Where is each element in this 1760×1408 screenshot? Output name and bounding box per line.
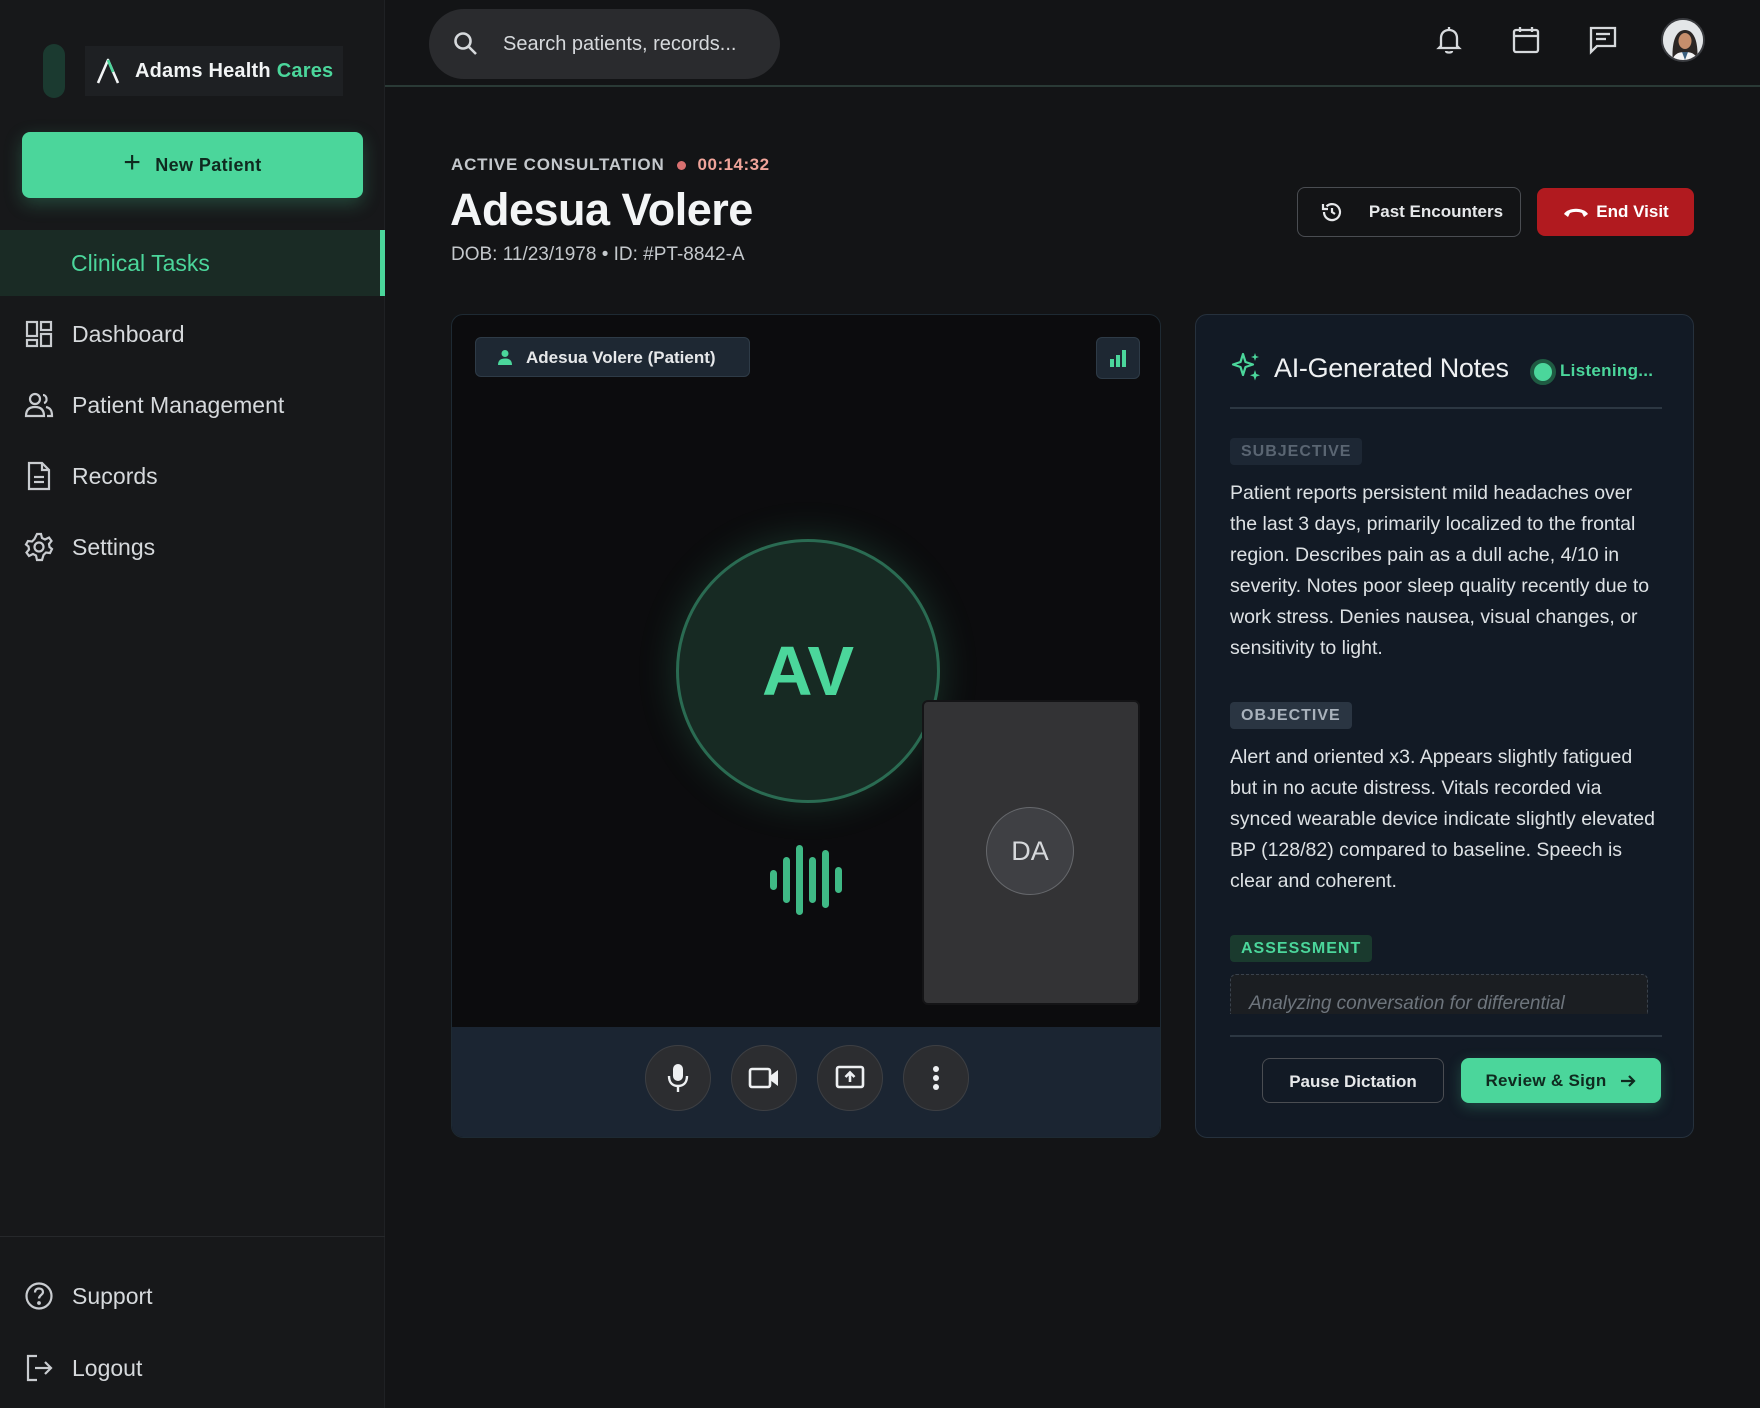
new-patient-button[interactable]: + New Patient (22, 132, 363, 198)
listening-status: Listening... (1560, 361, 1654, 380)
camera-button[interactable] (731, 1045, 797, 1111)
notes-footer-divider (1230, 1035, 1662, 1037)
top-bar (385, 0, 1760, 87)
past-encounters-label: Past Encounters (1368, 202, 1504, 221)
plus-icon: + (123, 146, 142, 179)
signal-strength-button[interactable] (1096, 337, 1140, 379)
logo-box: Adams Health Cares (85, 46, 343, 96)
signal-icon (1110, 350, 1126, 367)
new-patient-label: New Patient (155, 154, 262, 175)
camera-icon (748, 1067, 778, 1089)
search-icon (454, 32, 477, 55)
video-call-panel: Adesua Volere (Patient) AV DA (451, 314, 1161, 1138)
user-avatar[interactable] (1661, 18, 1705, 62)
sidebar: Adams Health Cares + New Patient Clinica… (0, 0, 385, 1408)
status-dot (676, 160, 686, 170)
consultation-status-text: ACTIVE CONSULTATION (451, 155, 665, 174)
help-icon (24, 1281, 54, 1311)
self-view-tile[interactable]: DA (922, 700, 1140, 1005)
chat-icon[interactable] (1585, 22, 1621, 58)
brand-logo[interactable]: Adams Health Cares (43, 44, 343, 98)
logo-pill (43, 44, 65, 98)
arrow-right-icon (1620, 1074, 1636, 1087)
history-icon (1321, 203, 1342, 222)
listening-indicator (1530, 359, 1556, 385)
sidebar-item-label: Patient Management (72, 391, 285, 418)
sidebar-item-settings[interactable]: Settings (0, 514, 385, 580)
more-vertical-icon (933, 1066, 939, 1090)
sidebar-item-support[interactable]: Support (0, 1261, 385, 1331)
sidebar-nav: Clinical Tasks Dashboard Patient Managem… (0, 230, 385, 585)
bell-icon[interactable] (1431, 22, 1467, 58)
sidebar-item-dashboard[interactable]: Dashboard (0, 301, 385, 367)
document-icon (24, 461, 54, 491)
screen-share-icon (835, 1065, 865, 1089)
sidebar-item-logout[interactable]: Logout (0, 1333, 385, 1403)
notes-title: AI-Generated Notes (1274, 353, 1509, 383)
consultation-timer: 00:14:32 (697, 155, 770, 174)
logo-mark-icon (96, 58, 120, 84)
search-input[interactable] (503, 32, 763, 56)
subjective-text: Patient reports persistent mild headache… (1230, 482, 1650, 659)
screen-share-button[interactable] (817, 1045, 883, 1111)
ai-notes-panel: AI-Generated Notes Listening... SUBJECTI… (1195, 314, 1694, 1138)
brand-accent: Cares (276, 59, 334, 82)
participant-name: Adesua Volere (Patient) (526, 348, 716, 367)
sidebar-item-label: Settings (72, 533, 156, 560)
patient-meta: DOB: 11/23/1978 • ID: #PT-8842-A (451, 244, 745, 265)
sidebar-item-label: Dashboard (72, 320, 185, 347)
review-sign-button[interactable]: Review & Sign (1461, 1058, 1661, 1103)
sidebar-item-records[interactable]: Records (0, 443, 385, 509)
gear-icon (24, 532, 54, 562)
end-visit-button[interactable]: End Visit (1537, 188, 1694, 236)
pause-dictation-button[interactable]: Pause Dictation (1262, 1058, 1444, 1103)
call-controls (452, 1027, 1160, 1137)
phone-hangup-icon (1564, 208, 1589, 217)
audio-waveform-icon (770, 845, 842, 915)
sidebar-item-clinical-tasks[interactable]: Clinical Tasks (0, 230, 385, 296)
assessment-label: ASSESSMENT (1230, 935, 1373, 962)
sidebar-item-label: Records (72, 462, 158, 489)
microphone-icon (667, 1064, 689, 1092)
user-avatar-image (1663, 20, 1703, 60)
top-actions (1390, 18, 1705, 62)
more-options-button[interactable] (903, 1045, 969, 1111)
page-title: Adesua Volere (450, 184, 753, 235)
users-icon (24, 390, 54, 420)
sidebar-footer: Support Logout (0, 1236, 385, 1405)
consultation-status: ACTIVE CONSULTATION 00:14:32 (451, 155, 770, 175)
review-sign-label: Review & Sign (1485, 1070, 1607, 1090)
sidebar-item-label: Support (72, 1282, 153, 1309)
dashboard-icon (24, 319, 54, 349)
sidebar-item-label: Logout (72, 1354, 143, 1381)
assessment-placeholder: Analyzing conversation for differential (1230, 974, 1648, 1014)
sparkle-icon (1231, 352, 1260, 381)
brand-name: Adams Health (135, 59, 271, 82)
logout-icon (24, 1353, 54, 1383)
objective-label: OBJECTIVE (1230, 702, 1352, 729)
search-bar[interactable] (429, 9, 780, 79)
objective-text: Alert and oriented x3. Appears slightly … (1230, 746, 1655, 892)
participant-tag: Adesua Volere (Patient) (475, 337, 750, 377)
calendar-icon[interactable] (1508, 22, 1544, 58)
past-encounters-button[interactable]: Past Encounters (1297, 187, 1521, 237)
sidebar-item-patient-management[interactable]: Patient Management (0, 372, 385, 438)
microphone-button[interactable] (645, 1045, 711, 1111)
person-icon (498, 350, 512, 365)
notes-header: AI-Generated Notes Listening... (1230, 349, 1662, 409)
self-avatar: DA (986, 807, 1074, 895)
subjective-label: SUBJECTIVE (1230, 438, 1363, 465)
sidebar-item-label: Clinical Tasks (71, 249, 210, 276)
patient-avatar: AV (676, 539, 940, 803)
end-visit-label: End Visit (1596, 202, 1669, 221)
